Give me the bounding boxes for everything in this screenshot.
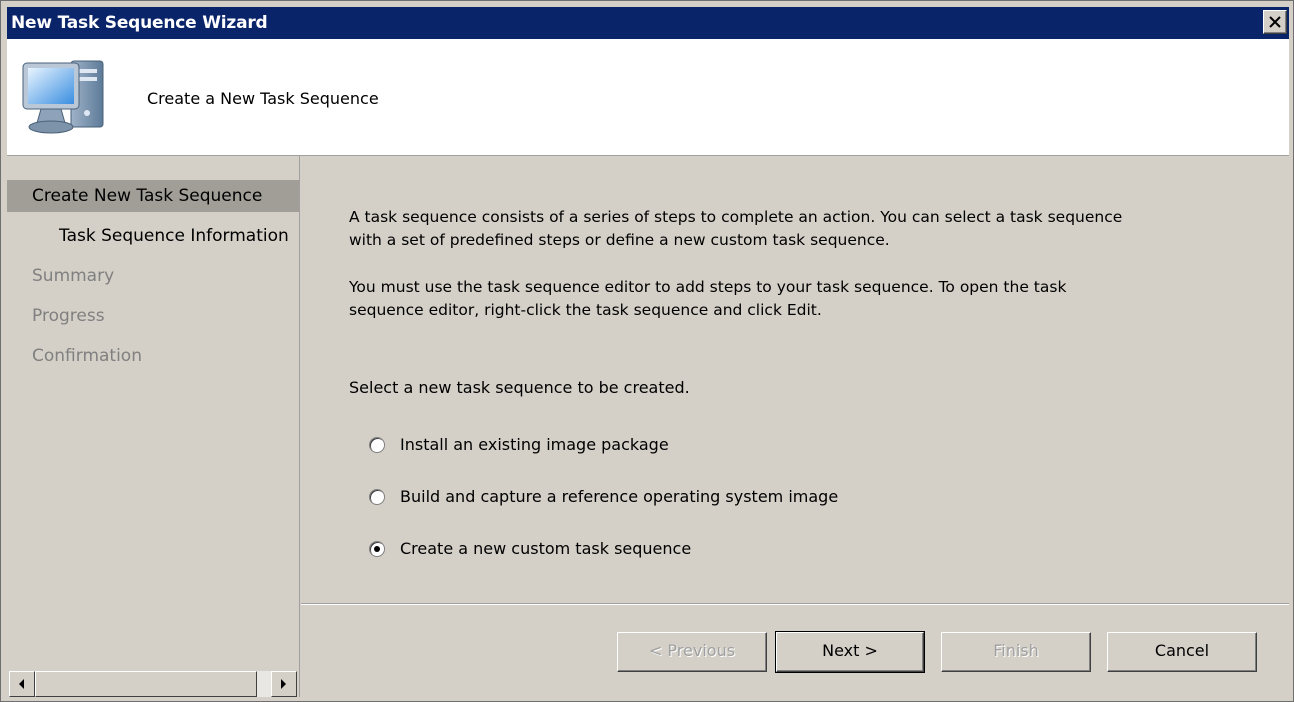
intro-paragraph: A task sequence consists of a series of …	[349, 206, 1249, 252]
close-icon	[1269, 16, 1281, 28]
nav-step-summary: Summary	[32, 266, 115, 286]
intro-line-2: with a set of predefined steps or define…	[349, 231, 890, 249]
wizard-content: A task sequence consists of a series of …	[301, 156, 1289, 602]
window-title: New Task Sequence Wizard	[11, 13, 268, 33]
radio-label[interactable]: Install an existing image package	[400, 435, 669, 454]
close-button[interactable]	[1263, 10, 1287, 34]
arrow-left-icon	[19, 679, 24, 689]
wizard-header: Create a New Task Sequence	[7, 39, 1289, 156]
scroll-right-button[interactable]	[271, 671, 297, 697]
nav-step-confirmation: Confirmation	[32, 346, 142, 366]
scroll-left-button[interactable]	[9, 671, 35, 697]
title-bar[interactable]: New Task Sequence Wizard	[7, 7, 1289, 39]
editor-note-line-1: You must use the task sequence editor to…	[349, 278, 1067, 296]
next-button[interactable]: Next >	[775, 631, 925, 673]
selection-prompt: Select a new task sequence to be created…	[349, 378, 690, 397]
arrow-right-icon	[281, 679, 286, 689]
wizard-step-list: Create New Task Sequence Task Sequence I…	[7, 156, 300, 697]
cancel-button[interactable]: Cancel	[1107, 632, 1257, 672]
nav-step-task-sequence-information[interactable]: Task Sequence Information	[7, 220, 299, 252]
editor-note-paragraph: You must use the task sequence editor to…	[349, 276, 1249, 322]
radio-button[interactable]	[369, 437, 385, 453]
editor-note-line-2: sequence editor, right-click the task se…	[349, 301, 822, 319]
nav-step-create-new-task-sequence[interactable]: Create New Task Sequence	[7, 180, 299, 212]
nav-horizontal-scrollbar[interactable]	[9, 671, 297, 697]
button-area-divider	[301, 603, 1289, 605]
finish-button: Finish	[941, 632, 1091, 672]
nav-step-progress: Progress	[32, 306, 105, 326]
radio-button-selected[interactable]	[369, 541, 385, 557]
radio-label[interactable]: Build and capture a reference operating …	[400, 487, 838, 506]
computer-icon	[22, 60, 104, 134]
radio-label[interactable]: Create a new custom task sequence	[400, 539, 691, 558]
intro-line-1: A task sequence consists of a series of …	[349, 208, 1123, 226]
radio-button[interactable]	[369, 489, 385, 505]
header-title: Create a New Task Sequence	[147, 89, 379, 108]
wizard-window: New Task Sequence Wizard Create a New Ta…	[0, 0, 1294, 702]
scroll-thumb[interactable]	[35, 671, 257, 697]
previous-button: < Previous	[617, 632, 767, 672]
